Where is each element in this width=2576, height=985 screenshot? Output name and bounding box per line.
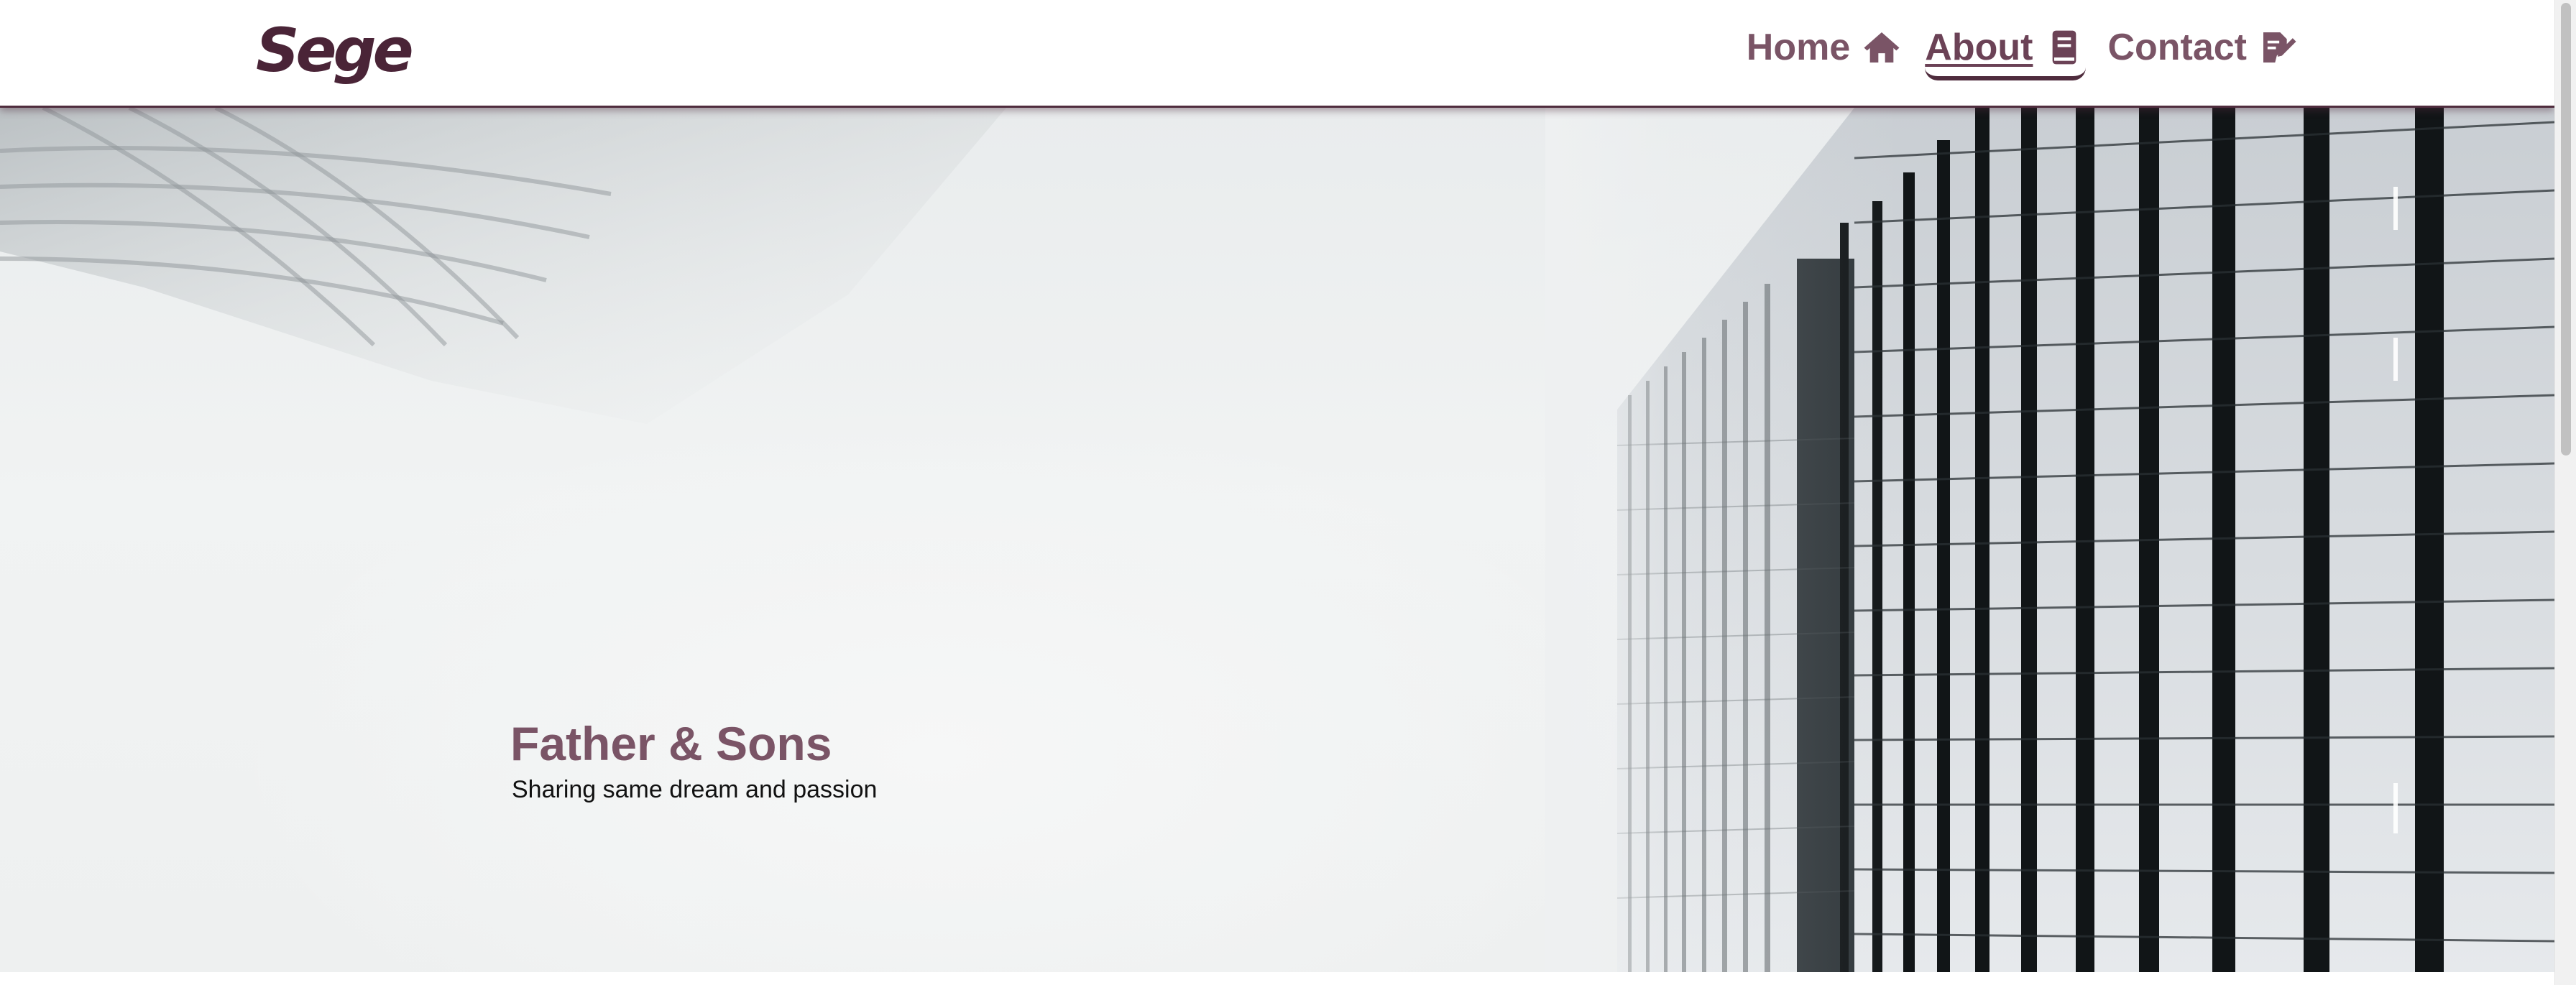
nav-contact-label: Contact xyxy=(2107,27,2247,68)
nav-contact-link[interactable]: Contact xyxy=(2107,27,2300,68)
hero-text-block: Father & Sons Sharing same dream and pas… xyxy=(510,717,877,804)
home-icon xyxy=(1860,27,1903,68)
vertical-scrollbar[interactable] xyxy=(2554,0,2576,985)
site-header: Sege Home About Contact xyxy=(0,0,2554,108)
nav-about-label: About xyxy=(1925,27,2033,68)
hero-section: Father & Sons Sharing same dream and pas… xyxy=(0,108,2554,972)
page-bottom-edge xyxy=(0,972,2554,985)
book-icon xyxy=(2043,27,2086,68)
nav-home-link[interactable]: Home xyxy=(1747,27,1903,68)
nav-home-label: Home xyxy=(1746,27,1851,68)
hero-subtitle: Sharing same dream and passion xyxy=(512,775,878,803)
skyscraper-background-image xyxy=(0,108,2554,972)
hero-title: Father & Sons xyxy=(510,717,832,770)
nav-about-link[interactable]: About xyxy=(1925,27,2087,80)
brand-logo[interactable]: Sege xyxy=(256,20,414,80)
scrollbar-thumb[interactable] xyxy=(2561,3,2571,455)
main-nav: Home About Contact xyxy=(1747,27,2300,80)
edit-icon xyxy=(2257,27,2300,68)
